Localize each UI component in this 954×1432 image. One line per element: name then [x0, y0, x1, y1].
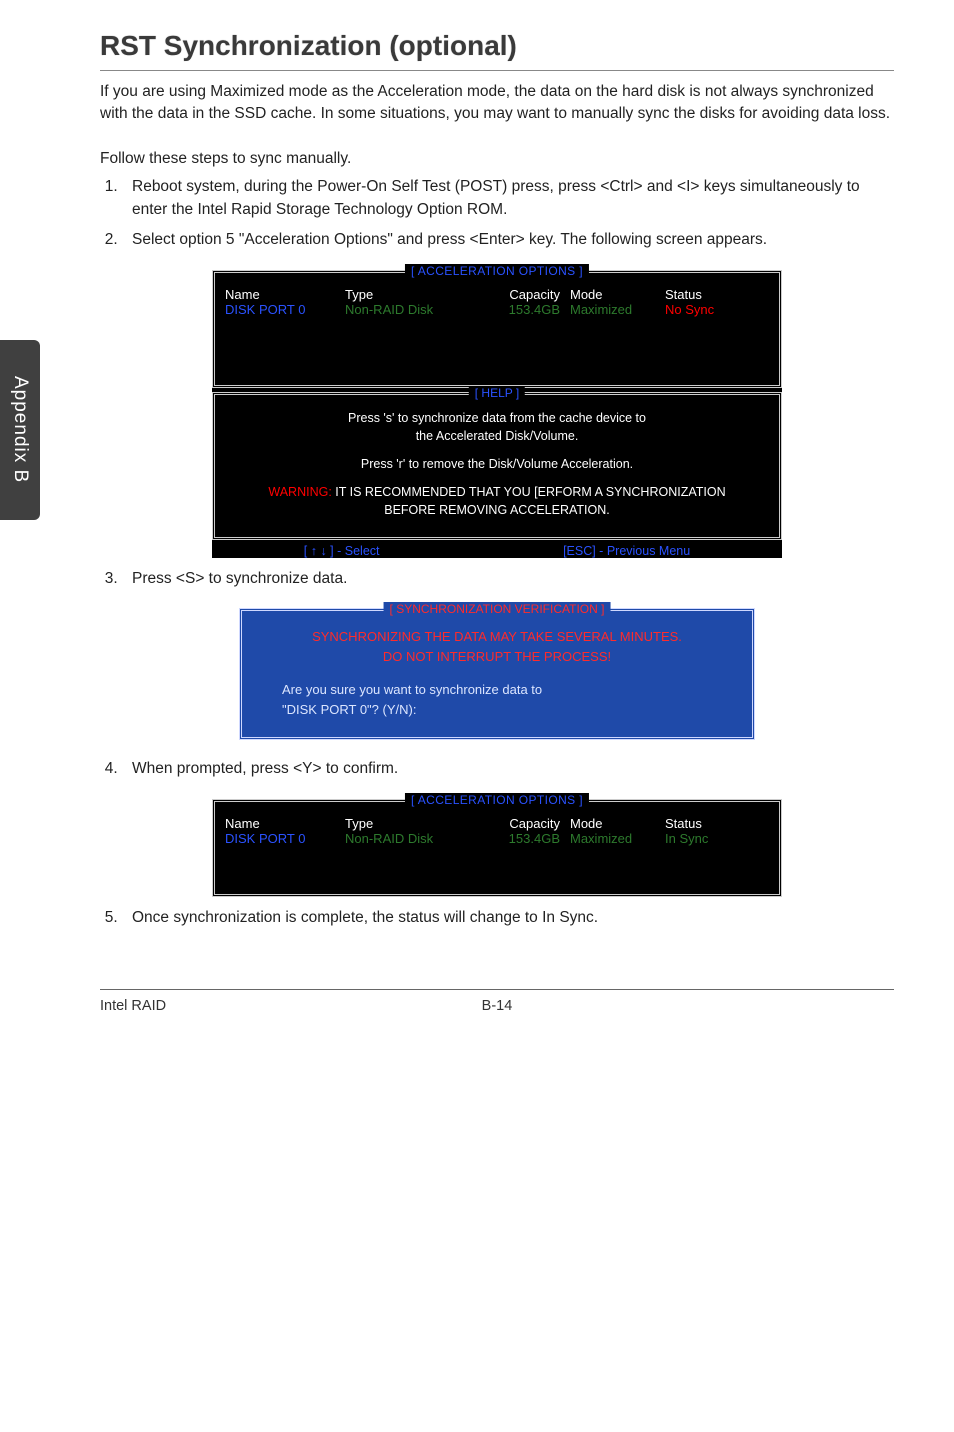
- col-header-status: Status: [665, 287, 769, 302]
- step-4: When prompted, press <Y> to confirm.: [122, 758, 894, 780]
- col-header-name: Name: [225, 816, 345, 831]
- cell-mode: Maximized: [570, 302, 665, 317]
- bios-footer-bar: [ ↑ ↓ ] - Select [ESC] - Previous Menu: [212, 540, 782, 558]
- steps-list: Reboot system, during the Power-On Self …: [100, 176, 894, 251]
- col-header-name: Name: [225, 287, 345, 302]
- steps-lead: Follow these steps to sync manually.: [100, 148, 894, 170]
- bios-sync-verification-dialog: [ SYNCHRONIZATION VERIFICATION ] SYNCHRO…: [239, 608, 755, 740]
- cell-name: DISK PORT 0: [225, 302, 345, 317]
- sync-prompt-line-1: Are you sure you want to synchronize dat…: [282, 680, 732, 700]
- bios-acceleration-options-screen-synced: [ ACCELERATION OPTIONS ] Name Type Capac…: [212, 799, 782, 897]
- bios-accel-title-2: [ ACCELERATION OPTIONS ]: [405, 793, 589, 807]
- bios-table-row-2: DISK PORT 0 Non-RAID Disk 153.4GB Maximi…: [225, 831, 769, 846]
- cell-type: Non-RAID Disk: [345, 302, 485, 317]
- section-title: RST Synchronization (optional): [100, 30, 894, 71]
- page-content: RST Synchronization (optional) If you ar…: [100, 0, 894, 1054]
- col-header-capacity: Capacity: [485, 287, 570, 302]
- footer-left: Intel RAID: [100, 998, 166, 1014]
- bios-table-row: DISK PORT 0 Non-RAID Disk 153.4GB Maximi…: [225, 302, 769, 317]
- page-footer: Intel RAID B-14: [100, 989, 894, 1014]
- col-header-mode: Mode: [570, 287, 665, 302]
- footer-page-number: B-14: [482, 998, 513, 1014]
- sync-dialog-prompt: Are you sure you want to synchronize dat…: [282, 680, 732, 719]
- col-header-type: Type: [345, 287, 485, 302]
- step-2: Select option 5 "Acceleration Options" a…: [122, 229, 894, 251]
- bios-table-header: Name Type Capacity Mode Status: [225, 287, 769, 302]
- cell-status: No Sync: [665, 302, 769, 317]
- col-header-type: Type: [345, 816, 485, 831]
- bios-accel-frame-2: [ ACCELERATION OPTIONS ] Name Type Capac…: [212, 799, 782, 897]
- footer-right-spacer: [890, 998, 894, 1014]
- sync-warn-line-2: DO NOT INTERRUPT THE PROCESS!: [262, 647, 732, 667]
- footer-select-hint: [ ↑ ↓ ] - Select: [304, 544, 380, 558]
- page-footer-wrap: Intel RAID B-14: [100, 989, 894, 1014]
- bios-table-header-2: Name Type Capacity Mode Status: [225, 816, 769, 831]
- col-header-mode: Mode: [570, 816, 665, 831]
- cell-capacity: 153.4GB: [485, 302, 570, 317]
- bios-help-frame: [ HELP ] Press 's' to synchronize data f…: [212, 392, 782, 540]
- sync-prompt-line-2: "DISK PORT 0"? (Y/N):: [282, 700, 732, 720]
- cell-status: In Sync: [665, 831, 769, 846]
- step-5: Once synchronization is complete, the st…: [122, 907, 894, 929]
- help-line-2: the Accelerated Disk/Volume.: [225, 429, 769, 443]
- warning-text-1: IT IS RECOMMENDED THAT YOU [ERFORM A SYN…: [332, 485, 726, 499]
- side-tab: Appendix B: [0, 340, 40, 520]
- help-warning-line-2: BEFORE REMOVING ACCELERATION.: [225, 503, 769, 517]
- bios-accel-title: [ ACCELERATION OPTIONS ]: [405, 264, 589, 278]
- bios-acceleration-options-screen: [ ACCELERATION OPTIONS ] Name Type Capac…: [212, 270, 782, 558]
- sync-dialog-warning: SYNCHRONIZING THE DATA MAY TAKE SEVERAL …: [262, 627, 732, 666]
- help-line-3: Press 'r' to remove the Disk/Volume Acce…: [225, 457, 769, 471]
- sync-warn-line-1: SYNCHRONIZING THE DATA MAY TAKE SEVERAL …: [262, 627, 732, 647]
- intro-paragraph: If you are using Maximized mode as the A…: [100, 81, 894, 126]
- step-3: Press <S> to synchronize data.: [122, 568, 894, 590]
- cell-mode: Maximized: [570, 831, 665, 846]
- footer-esc-hint: [ESC] - Previous Menu: [563, 544, 690, 558]
- sync-dialog-title: [ SYNCHRONIZATION VERIFICATION ]: [384, 602, 611, 616]
- bios-help-title: [ HELP ]: [469, 386, 525, 400]
- steps-list-cont-3: Press <S> to synchronize data.: [100, 568, 894, 590]
- cell-capacity: 153.4GB: [485, 831, 570, 846]
- col-header-capacity: Capacity: [485, 816, 570, 831]
- warning-label: WARNING:: [268, 485, 331, 499]
- cell-type: Non-RAID Disk: [345, 831, 485, 846]
- side-tab-label: Appendix B: [9, 376, 31, 483]
- steps-list-cont-5: Once synchronization is complete, the st…: [100, 907, 894, 929]
- help-line-1: Press 's' to synchronize data from the c…: [225, 411, 769, 425]
- col-header-status: Status: [665, 816, 769, 831]
- step-1: Reboot system, during the Power-On Self …: [122, 176, 894, 221]
- bios-accel-frame: [ ACCELERATION OPTIONS ] Name Type Capac…: [212, 270, 782, 388]
- cell-name: DISK PORT 0: [225, 831, 345, 846]
- steps-list-cont-4: When prompted, press <Y> to confirm.: [100, 758, 894, 780]
- help-warning-line-1: WARNING: IT IS RECOMMENDED THAT YOU [ERF…: [225, 485, 769, 499]
